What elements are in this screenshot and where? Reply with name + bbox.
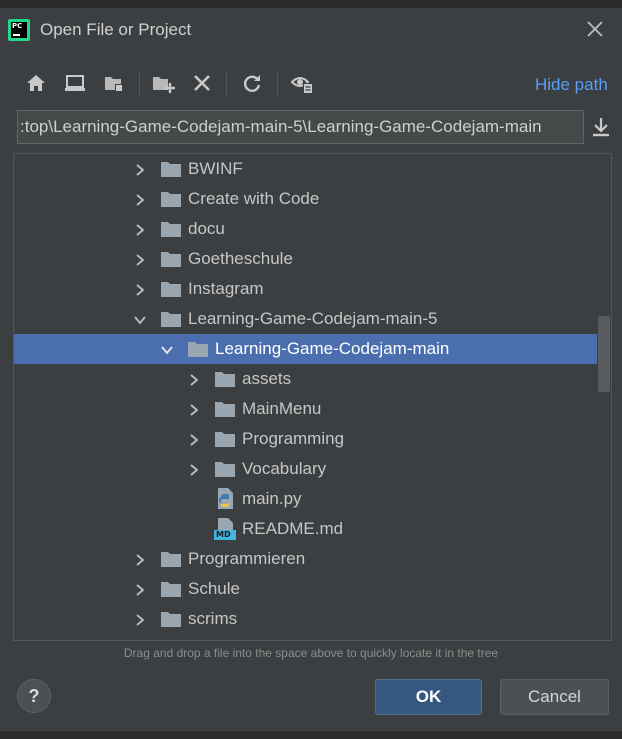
chevron-right-icon[interactable] (133, 192, 147, 206)
tree-row-label: BWINF (188, 159, 243, 178)
window-bottom-edge (0, 731, 622, 739)
folder-icon (214, 400, 236, 418)
python-file-icon (214, 487, 236, 511)
toolbar-separator (139, 72, 140, 96)
folder-icon (160, 160, 182, 178)
chevron-right-icon[interactable] (133, 162, 147, 176)
chevron-right-icon[interactable] (133, 252, 147, 266)
folder-icon (160, 220, 182, 238)
chevron-right-icon[interactable] (187, 402, 201, 416)
markdown-file-icon: MD (214, 517, 236, 541)
markdown-icon-text: MD (216, 530, 231, 539)
delete-icon[interactable] (189, 70, 215, 96)
tree-row[interactable]: Vocabulary (14, 454, 597, 484)
tree-row[interactable]: assets (14, 364, 597, 394)
home-icon[interactable] (23, 70, 49, 96)
drag-drop-hint: Drag and drop a file into the space abov… (123, 646, 499, 660)
tree-row[interactable]: docu (14, 214, 597, 244)
tree-row[interactable]: scrims (14, 604, 597, 634)
chevron-right-icon[interactable] (187, 432, 201, 446)
tree-row[interactable]: Schule (14, 574, 597, 604)
chevron-right-icon[interactable] (187, 462, 201, 476)
tree-row-selected[interactable]: Learning-Game-Codejam-main (14, 334, 597, 364)
tree-row-label: main.py (242, 489, 302, 508)
dialog-title: Open File or Project (40, 20, 192, 39)
tree-row-label: docu (188, 219, 225, 238)
tree-row-label: Create with Code (188, 189, 320, 208)
help-button[interactable]: ? (17, 679, 51, 713)
folder-icon (160, 250, 182, 268)
folder-icon (160, 190, 182, 208)
toolbar-separator (226, 72, 227, 96)
folder-icon (160, 550, 182, 568)
app-icon-text: PC (12, 22, 23, 30)
close-icon[interactable] (584, 18, 606, 40)
chevron-right-icon[interactable] (133, 582, 147, 596)
tree-row[interactable]: MainMenu (14, 394, 597, 424)
project-folder-icon[interactable] (101, 70, 127, 96)
toolbar-separator (277, 72, 278, 96)
show-hidden-icon[interactable] (289, 70, 315, 96)
chevron-right-icon[interactable] (187, 372, 201, 386)
cancel-button[interactable]: Cancel (500, 679, 609, 715)
chevron-down-icon[interactable] (160, 342, 174, 356)
pycharm-icon: PC (8, 19, 30, 41)
window-top-edge (0, 0, 622, 8)
tree-row-label: Schule (188, 579, 240, 598)
help-icon: ? (28, 685, 40, 706)
tree-scrollbar[interactable] (598, 316, 610, 392)
hide-path-link[interactable]: Hide path (535, 75, 608, 95)
tree-row-label: README.md (242, 519, 344, 538)
chevron-right-icon[interactable] (133, 222, 147, 236)
desktop-icon[interactable] (62, 70, 88, 96)
tree-row[interactable]: Learning-Game-Codejam-main-5 (14, 304, 597, 334)
chevron-right-icon[interactable] (133, 282, 147, 296)
ok-button[interactable]: OK (375, 679, 482, 715)
tree-row-label: Learning-Game-Codejam-main (215, 339, 450, 358)
tree-row[interactable]: Programming (14, 424, 597, 454)
title-bar: PC Open File or Project (0, 8, 622, 54)
folder-icon (214, 460, 236, 478)
folder-icon (160, 280, 182, 298)
folder-icon (214, 370, 236, 388)
folder-icon (160, 610, 182, 628)
path-input[interactable]: :top\Learning-Game-Codejam-main-5\Learni… (17, 110, 584, 144)
tree-row[interactable]: Programmieren (14, 544, 597, 574)
chevron-right-icon[interactable] (133, 612, 147, 626)
tree-row-label: assets (242, 369, 292, 388)
tree-row-label: scrims (188, 609, 238, 628)
tree-row[interactable]: main.py (14, 484, 597, 514)
download-icon[interactable] (590, 115, 612, 139)
tree-row[interactable]: Create with Code (14, 184, 597, 214)
tree-row[interactable]: MD README.md (14, 514, 597, 544)
folder-icon (160, 310, 182, 328)
tree-row[interactable]: Instagram (14, 274, 597, 304)
tree-row-label: Instagram (188, 279, 264, 298)
chevron-down-icon[interactable] (133, 312, 147, 326)
tree-row[interactable]: BWINF (14, 154, 597, 184)
folder-icon (187, 340, 209, 358)
tree-row-label: Programming (242, 429, 345, 448)
tree-row-label: Learning-Game-Codejam-main-5 (188, 309, 438, 328)
tree-row-label: Vocabulary (242, 459, 327, 478)
chevron-right-icon[interactable] (133, 552, 147, 566)
folder-icon (214, 430, 236, 448)
tree-row-label: Goetheschule (188, 249, 293, 268)
tree-row-label: Programmieren (188, 549, 306, 568)
folder-icon (160, 580, 182, 598)
tree-row[interactable]: Goetheschule (14, 244, 597, 274)
new-folder-icon[interactable] (150, 70, 176, 96)
open-file-dialog: PC Open File or Project Hide path:top\L… (0, 0, 622, 739)
file-tree[interactable]: BWINF Create with Code docu Goetheschule Ins… (13, 153, 612, 641)
refresh-icon[interactable] (239, 70, 265, 96)
tree-row-label: MainMenu (242, 399, 322, 418)
toolbar: Hide path (0, 66, 622, 102)
